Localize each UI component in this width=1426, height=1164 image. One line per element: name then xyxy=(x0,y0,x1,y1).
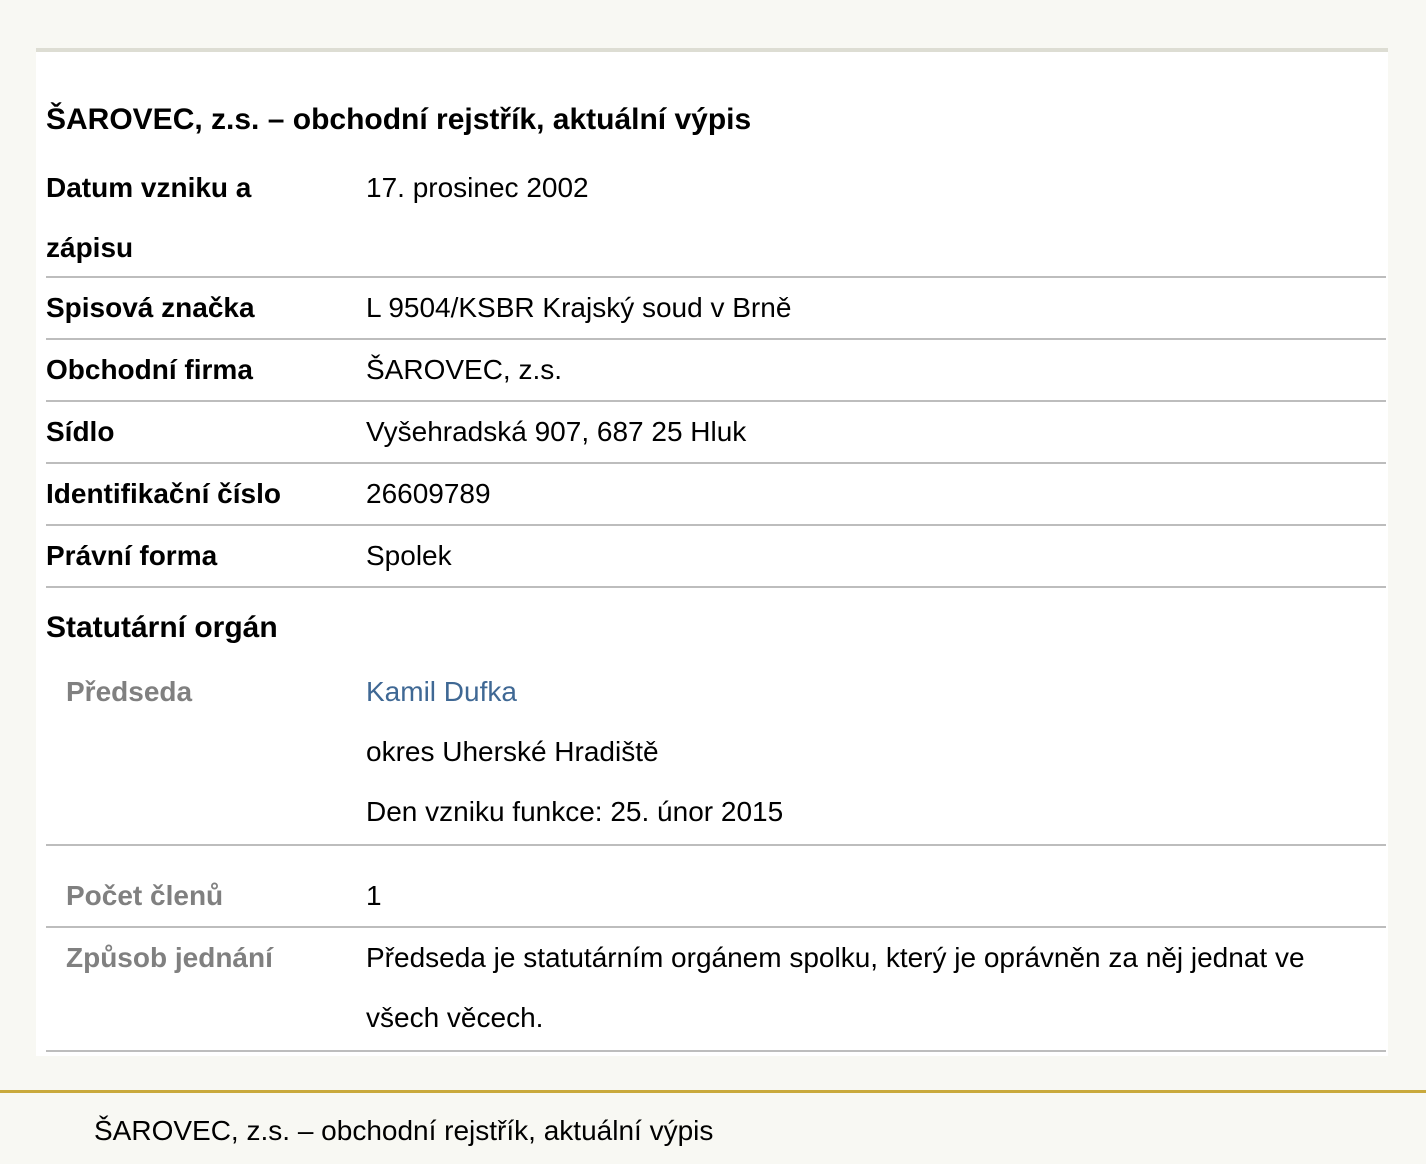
row-label: Způsob jednání xyxy=(66,942,273,973)
chairman-details: Kamil Dufka okres Uherské Hradiště Den v… xyxy=(366,662,1386,842)
row-value: 1 xyxy=(366,880,382,911)
row-value: 26609789 xyxy=(366,478,491,509)
footer-title: ŠAROVEC, z.s. – obchodní rejstřík, aktuá… xyxy=(94,1115,714,1146)
row-label: Počet členů xyxy=(66,880,224,911)
section-heading-statutory: Statutární orgán xyxy=(46,611,278,644)
row-value: L 9504/KSBR Krajský soud v Brně xyxy=(366,292,792,323)
row-label: Identifikační číslo xyxy=(46,478,281,509)
row-legal-form: Právní forma Spolek xyxy=(46,526,1386,588)
footer: ŠAROVEC, z.s. – obchodní rejstřík, aktuá… xyxy=(0,1090,1426,1164)
row-id-number: Identifikační číslo 26609789 xyxy=(46,464,1386,526)
page-title: ŠAROVEC, z.s. – obchodní rejstřík, aktuá… xyxy=(46,103,752,136)
row-value: Vyšehradská 907, 687 25 Hluk xyxy=(366,416,747,447)
row-company-name: Obchodní firma ŠAROVEC, z.s. xyxy=(46,340,1386,402)
row-seat: Sídlo Vyšehradská 907, 687 25 Hluk xyxy=(46,402,1386,464)
row-founding-date: Datum vzniku a zápisu 17. prosinec 2002 xyxy=(46,158,1386,278)
row-label: Předseda xyxy=(66,676,193,707)
row-value: ŠAROVEC, z.s. xyxy=(366,354,563,385)
row-value: Spolek xyxy=(366,540,452,571)
row-file-number: Spisová značka L 9504/KSBR Krajský soud … xyxy=(46,278,1386,340)
row-value: 17. prosinec 2002 xyxy=(366,172,589,203)
chairman-district: okres Uherské Hradiště xyxy=(366,736,659,767)
page: ŠAROVEC, z.s. – obchodní rejstřík, aktuá… xyxy=(0,0,1426,1164)
chairman-name-link[interactable]: Kamil Dufka xyxy=(366,676,517,707)
row-label: Právní forma xyxy=(46,540,218,571)
row-chairman: Předseda Kamil Dufka okres Uherské Hradi… xyxy=(46,662,1386,846)
chairman-since: Den vzniku funkce: 25. únor 2015 xyxy=(366,796,784,827)
row-member-count: Počet členů 1 xyxy=(46,846,1386,928)
register-card: ŠAROVEC, z.s. – obchodní rejstřík, aktuá… xyxy=(36,48,1388,1056)
row-label: Datum vzniku a zápisu xyxy=(46,172,252,263)
row-acting-method: Způsob jednání Předseda je statutárním o… xyxy=(46,928,1386,1052)
row-value: Předseda je statutárním orgánem spolku, … xyxy=(366,942,1305,1033)
row-label: Obchodní firma xyxy=(46,354,253,385)
row-label: Spisová značka xyxy=(46,292,255,323)
row-label: Sídlo xyxy=(46,416,115,447)
